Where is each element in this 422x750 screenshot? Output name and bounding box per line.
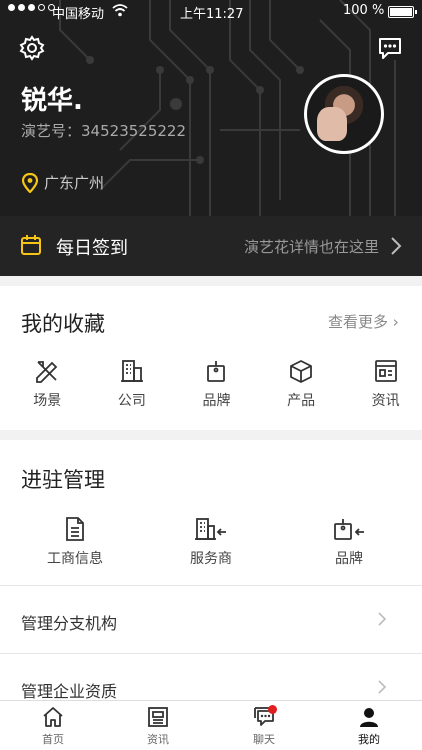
brand-icon (207, 361, 226, 382)
building-arrow-icon (195, 518, 226, 540)
chevron-right-icon (391, 237, 402, 255)
location-label: 广东广州 (44, 174, 105, 192)
carrier-label: 中国移动 (52, 7, 105, 22)
settings-gear-icon[interactable] (18, 34, 46, 62)
user-id-value: 34523525222 (81, 122, 186, 140)
wifi-icon (112, 4, 128, 17)
product-icon (290, 360, 312, 383)
home-icon (43, 707, 63, 727)
favorite-item-scene[interactable]: 场景 (11, 358, 84, 410)
management-item-service-provider[interactable]: 服务商 (156, 516, 266, 568)
tab-news[interactable]: 资讯 (128, 705, 188, 747)
favorite-item-news[interactable]: 资讯 (349, 358, 422, 410)
favorites-grid: 场景 公司 品牌 产品 资讯 (0, 358, 422, 410)
user-id-label: 演艺号： (21, 122, 82, 140)
favorite-item-company[interactable]: 公司 (96, 358, 169, 410)
scene-icon (36, 361, 58, 383)
status-time: 上午11:27 (180, 7, 244, 22)
management-card: 进驻管理 工商信息 服务商 品牌 管理分支机构 管理企业资质 (0, 440, 422, 701)
manage-branches-row[interactable]: 管理分支机构 (0, 585, 422, 653)
news-icon (148, 707, 168, 727)
chevron-right-icon (378, 612, 386, 626)
avatar[interactable] (304, 74, 384, 154)
management-item-brand[interactable]: 品牌 (294, 516, 404, 568)
favorites-card: 我的收藏 查看更多 › 场景 公司 品牌 产品 资讯 (0, 286, 422, 430)
favorite-item-product[interactable]: 产品 (265, 358, 338, 410)
user-name: 锐华. (21, 86, 83, 116)
profile-header: 中国移动 上午11:27 100 % 锐华. 演艺号：34523525222 广… (0, 0, 422, 216)
daily-checkin-bar[interactable]: 每日签到 演艺花详情也在这里 (0, 216, 422, 276)
signal-icon (8, 4, 55, 11)
location-pin-icon (22, 172, 38, 193)
person-icon (360, 708, 378, 727)
chevron-right-icon (378, 680, 386, 694)
tab-mine[interactable]: 我的 (339, 705, 399, 747)
tag-arrow-icon (334, 519, 364, 540)
battery-icon (388, 6, 417, 18)
battery-percent: 100 % (343, 3, 385, 18)
favorites-title: 我的收藏 (21, 312, 105, 336)
checkin-hint: 演艺花详情也在这里 (244, 238, 380, 256)
calendar-icon (21, 235, 41, 255)
location: 广东广州 (22, 172, 104, 193)
tab-bar: 首页 资讯 聊天 我的 (0, 700, 422, 750)
management-title: 进驻管理 (21, 468, 105, 492)
management-item-business-info[interactable]: 工商信息 (20, 516, 130, 568)
status-bar: 中国移动 上午11:27 100 % (0, 0, 422, 24)
view-more-link[interactable]: 查看更多 › (328, 311, 399, 332)
document-icon (66, 517, 84, 541)
news-icon (374, 360, 397, 382)
view-more-label: 查看更多 (328, 313, 389, 331)
tab-chat[interactable]: 聊天 (234, 705, 294, 747)
favorite-item-brand[interactable]: 品牌 (180, 358, 253, 410)
tab-home[interactable]: 首页 (23, 705, 83, 747)
user-id-line: 演艺号：34523525222 (21, 120, 186, 141)
unread-badge (268, 705, 277, 714)
company-icon (120, 360, 143, 382)
message-icon[interactable] (376, 34, 404, 62)
chevron-right-icon: › (392, 313, 399, 331)
checkin-label: 每日签到 (56, 238, 128, 259)
